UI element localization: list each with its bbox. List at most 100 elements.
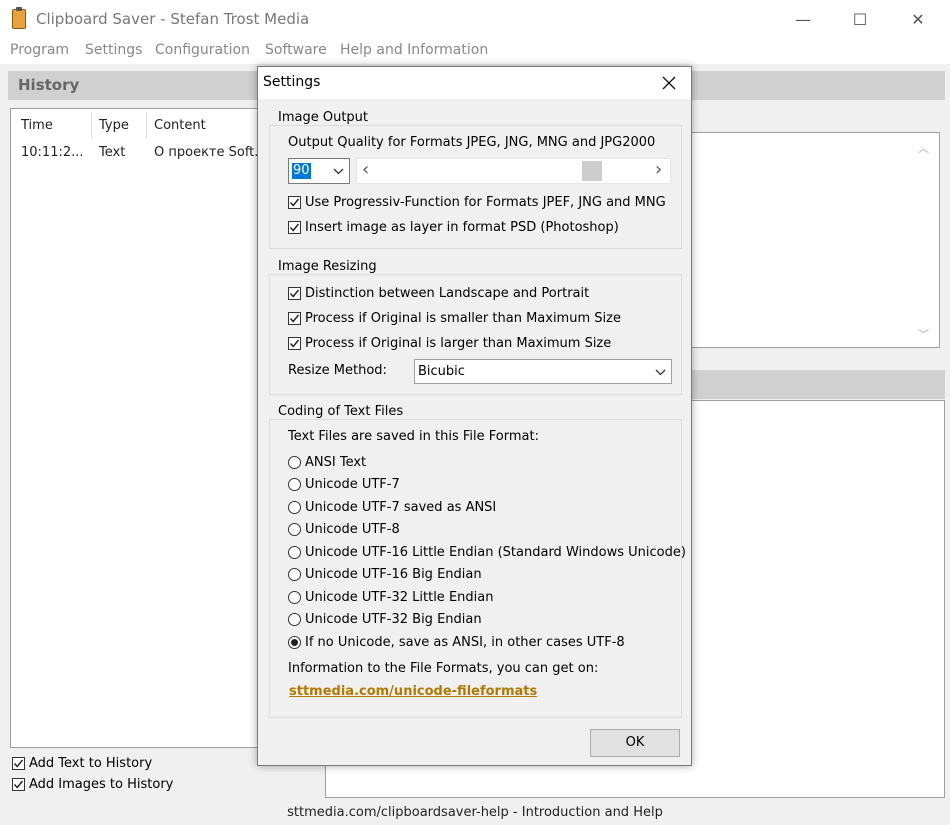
menu-help-and-information[interactable]: Help and Information	[340, 42, 488, 58]
image-resizing-group-label: Image Resizing	[275, 259, 380, 274]
menu-bar: Program Settings Configuration Software …	[0, 38, 950, 64]
insert-psd-layer-label: Insert image as layer in format PSD (Pho…	[305, 220, 619, 235]
clipboard-icon	[12, 7, 26, 29]
process-if-smaller-label: Process if Original is smaller than Maxi…	[305, 311, 621, 326]
menu-configuration[interactable]: Configuration	[155, 42, 250, 58]
output-quality-scrollbar[interactable]: ‹ ›	[356, 158, 671, 184]
ok-button[interactable]: OK	[590, 729, 680, 757]
radio-indicator	[288, 613, 301, 626]
column-header-type[interactable]: Type	[99, 118, 129, 133]
file-format-info-label: Information to the File Formats, you can…	[288, 661, 599, 676]
radio-indicator	[288, 546, 301, 559]
radio-label: Unicode UTF-16 Big Endian	[305, 567, 482, 582]
radio-label: Unicode UTF-7 saved as ANSI	[305, 500, 497, 515]
process-if-larger-checkbox[interactable]: Process if Original is larger than Maxim…	[288, 336, 611, 351]
unicode-fileformats-link[interactable]: sttmedia.com/unicode-fileformats	[289, 684, 537, 699]
radio-indicator	[288, 456, 301, 469]
output-quality-label: Output Quality for Formats JPEG, JNG, MN…	[288, 135, 656, 150]
radio-ansi-text[interactable]: ANSI Text	[288, 455, 366, 470]
minimize-icon: —	[795, 9, 811, 29]
add-images-to-history-checkbox[interactable]: Add Images to History	[12, 777, 173, 792]
add-text-to-history-label: Add Text to History	[29, 756, 153, 771]
radio-label: Unicode UTF-7	[305, 477, 400, 492]
output-quality-combo[interactable]: 90	[288, 158, 350, 184]
menu-program[interactable]: Program	[10, 42, 69, 58]
close-button[interactable]: ✕	[889, 0, 947, 38]
checkbox-checked-icon	[12, 778, 25, 791]
resize-method-label: Resize Method:	[288, 363, 387, 378]
radio-label: Unicode UTF-32 Big Endian	[305, 612, 482, 627]
dialog-close-button[interactable]	[647, 67, 691, 99]
radio-unicode-utf-32-le[interactable]: Unicode UTF-32 Little Endian	[288, 590, 493, 605]
minimize-button[interactable]: —	[774, 0, 832, 38]
column-header-content[interactable]: Content	[154, 118, 206, 133]
close-icon	[662, 76, 676, 90]
dialog-title: Settings	[263, 74, 321, 90]
radio-unicode-utf-7[interactable]: Unicode UTF-7	[288, 477, 400, 492]
radio-indicator	[288, 478, 301, 491]
content-preview-area[interactable]	[690, 132, 940, 348]
column-separator	[91, 112, 92, 139]
checkbox-checked-icon	[288, 287, 301, 300]
radio-unicode-utf-7-ansi[interactable]: Unicode UTF-7 saved as ANSI	[288, 500, 496, 515]
radio-indicator	[288, 501, 301, 514]
radio-unicode-utf-32-be[interactable]: Unicode UTF-32 Big Endian	[288, 612, 482, 627]
chevron-down-icon	[333, 168, 344, 175]
maximize-icon: ☐	[852, 9, 868, 29]
insert-psd-layer-checkbox[interactable]: Insert image as layer in format PSD (Pho…	[288, 220, 619, 235]
history-title: History	[18, 76, 80, 94]
process-if-larger-label: Process if Original is larger than Maxim…	[305, 336, 612, 351]
text-file-format-label: Text Files are saved in this File Format…	[288, 429, 539, 444]
scroll-right-icon[interactable]: ›	[655, 160, 662, 180]
history-row-type[interactable]: Text	[99, 145, 125, 160]
status-bar-help-link[interactable]: sttmedia.com/clipboardsaver-help - Intro…	[287, 805, 663, 820]
checkbox-checked-icon	[288, 221, 301, 234]
progressive-function-checkbox[interactable]: Use Progressiv-Function for Formats JPEF…	[288, 195, 666, 210]
checkbox-checked-icon	[12, 757, 25, 770]
dialog-title-bar: Settings	[258, 67, 691, 99]
progressive-function-label: Use Progressiv-Function for Formats JPEF…	[305, 195, 666, 210]
menu-software[interactable]: Software	[265, 42, 327, 58]
process-if-smaller-checkbox[interactable]: Process if Original is smaller than Maxi…	[288, 311, 621, 326]
radio-unicode-utf-16-le[interactable]: Unicode UTF-16 Little Endian (Standard W…	[288, 545, 686, 560]
history-row-time[interactable]: 10:11:2...	[21, 145, 84, 160]
radio-label: Unicode UTF-8	[305, 522, 400, 537]
radio-label: Unicode UTF-16 Little Endian (Standard W…	[305, 545, 686, 560]
radio-indicator	[288, 568, 301, 581]
radio-label: ANSI Text	[305, 455, 367, 470]
radio-indicator	[288, 591, 301, 604]
checkbox-checked-icon	[288, 196, 301, 209]
scroll-down-icon[interactable]: ﹀	[918, 326, 929, 342]
maximize-button[interactable]: ☐	[831, 0, 889, 38]
radio-unicode-utf-16-be[interactable]: Unicode UTF-16 Big Endian	[288, 567, 482, 582]
radio-unicode-utf-8[interactable]: Unicode UTF-8	[288, 522, 400, 537]
history-row-content[interactable]: О проекте Soft...	[154, 145, 267, 160]
column-separator	[146, 112, 147, 139]
image-output-group-label: Image Output	[275, 110, 372, 125]
checkbox-checked-icon	[288, 312, 301, 325]
status-bar[interactable]: sttmedia.com/clipboardsaver-help - Intro…	[0, 800, 950, 825]
add-images-to-history-label: Add Images to History	[29, 777, 174, 792]
distinction-landscape-portrait-checkbox[interactable]: Distinction between Landscape and Portra…	[288, 286, 589, 301]
close-icon: ✕	[911, 9, 925, 29]
add-text-to-history-checkbox[interactable]: Add Text to History	[12, 756, 152, 771]
chevron-down-icon	[655, 369, 666, 376]
radio-ansi-else-utf-8[interactable]: If no Unicode, save as ANSI, in other ca…	[288, 635, 625, 650]
coding-text-files-group-label: Coding of Text Files	[275, 404, 407, 419]
column-header-time[interactable]: Time	[21, 118, 53, 133]
distinction-landscape-portrait-label: Distinction between Landscape and Portra…	[305, 286, 590, 301]
scroll-up-icon[interactable]: ︿	[918, 140, 929, 156]
radio-indicator	[288, 636, 301, 649]
radio-label: If no Unicode, save as ANSI, in other ca…	[305, 635, 625, 650]
menu-settings[interactable]: Settings	[85, 42, 142, 58]
checkbox-checked-icon	[288, 337, 301, 350]
output-quality-value[interactable]: 90	[292, 163, 311, 179]
scroll-left-icon[interactable]: ‹	[362, 160, 369, 180]
window-title: Clipboard Saver - Stefan Trost Media	[36, 10, 310, 28]
resize-method-value: Bicubic	[418, 364, 465, 379]
settings-dialog: Settings Image Output Output Quality for…	[257, 66, 692, 766]
scrollbar-thumb[interactable]	[582, 161, 602, 181]
radio-indicator	[288, 523, 301, 536]
resize-method-select[interactable]: Bicubic	[414, 359, 672, 384]
radio-label: Unicode UTF-32 Little Endian	[305, 590, 494, 605]
